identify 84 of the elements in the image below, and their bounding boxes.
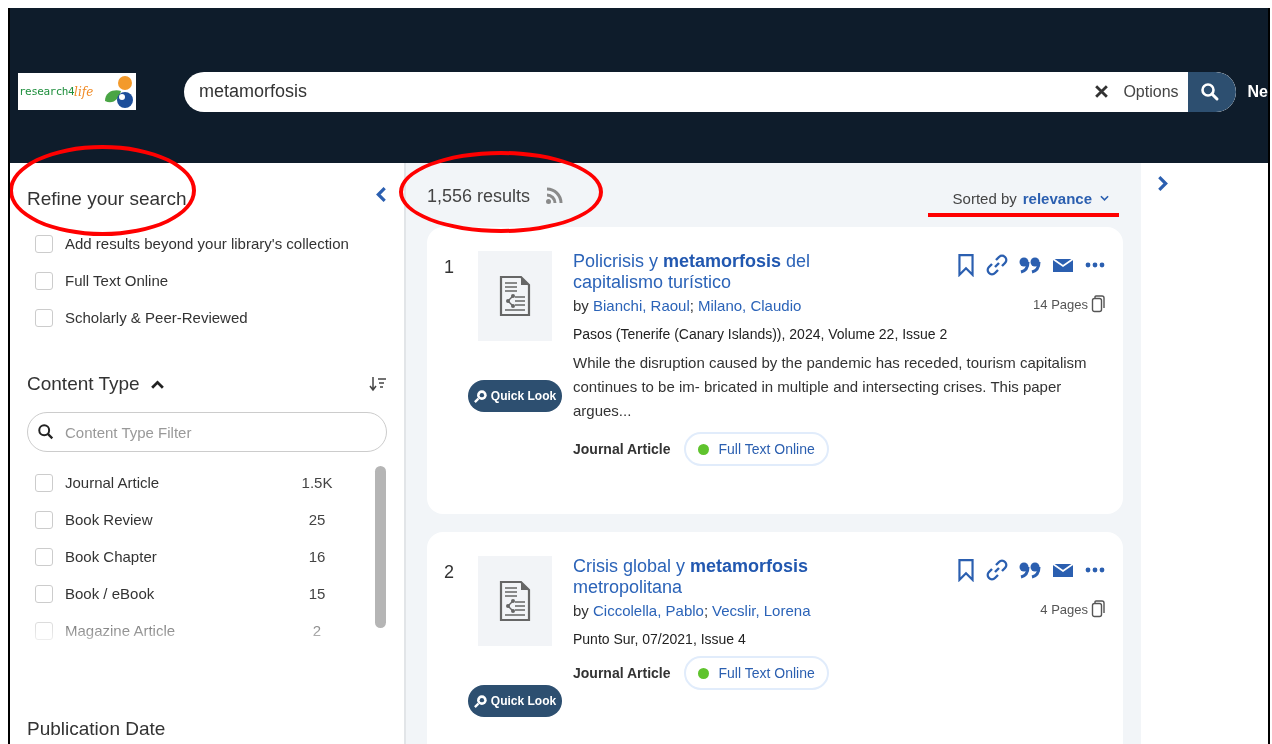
availability-badge[interactable]: Full Text Online	[683, 656, 829, 690]
status-dot	[697, 443, 709, 455]
copy-icon	[1091, 600, 1105, 618]
collapse-icon[interactable]	[376, 185, 387, 203]
checkbox[interactable]	[35, 621, 53, 640]
facet-count: 1.5K	[300, 474, 334, 491]
options-link[interactable]: Options	[1123, 82, 1179, 101]
author-link[interactable]: Ciccolella, Pablo	[593, 602, 704, 619]
bookmark-icon[interactable]	[957, 558, 975, 582]
search-icon	[37, 423, 55, 441]
filter-label[interactable]: Full Text Online	[65, 272, 169, 289]
magnifier-icon	[473, 389, 488, 403]
author-separator: ;	[703, 602, 709, 619]
facet-option-label[interactable]: Book / eBook	[65, 585, 297, 602]
document-thumbnail[interactable]	[478, 251, 552, 341]
content-type-label: Journal Article	[573, 441, 671, 457]
facet-count: 2	[311, 622, 323, 639]
sort-icon[interactable]	[369, 376, 387, 392]
content-type-label: Journal Article	[573, 665, 671, 681]
facet-heading[interactable]: Content Type	[27, 373, 140, 395]
checkbox[interactable]	[35, 547, 53, 566]
filter-label[interactable]: Scholarly & Peer-Reviewed	[65, 309, 248, 326]
magnifier-icon	[473, 694, 488, 708]
author-link[interactable]: Bianchi, Raoul	[593, 297, 690, 314]
by-label: by	[573, 602, 590, 619]
page-count: 14 Pages	[1033, 296, 1088, 312]
facet-option-label[interactable]: Book Chapter	[65, 548, 297, 565]
results-count: 1,556 results	[427, 185, 531, 207]
checkbox[interactable]	[35, 584, 53, 603]
result-title-link[interactable]: Crisis global y metamorfosis metropolitana	[573, 556, 848, 598]
search-button[interactable]	[1187, 71, 1236, 112]
abstract-text: While the disruption caused by the pandemic has receded, tourism capitalism continues to be im- bricated in multiple and intersecting crises. This paper argues...	[573, 353, 1088, 421]
link-icon[interactable]	[986, 559, 1008, 581]
copy-icon	[1091, 295, 1105, 313]
facet-count: 15	[307, 585, 327, 602]
clear-icon[interactable]	[1094, 84, 1110, 99]
facet-option-label[interactable]: Book Review	[65, 511, 297, 528]
checkbox[interactable]	[35, 234, 53, 253]
expand-icon[interactable]	[1157, 175, 1168, 192]
facet-option-label[interactable]: Journal Article	[65, 474, 297, 491]
availability-badge[interactable]: Full Text Online	[683, 432, 829, 466]
search-field[interactable]: metamorfosis Options	[183, 71, 1236, 112]
checkbox[interactable]	[35, 308, 53, 327]
quick-look-button[interactable]: Quick Look	[468, 380, 562, 412]
document-thumbnail[interactable]	[478, 556, 552, 646]
logo[interactable]: research4life	[18, 73, 136, 110]
author-link[interactable]: Milano, Claudio	[697, 297, 802, 314]
mail-icon[interactable]	[1052, 257, 1074, 273]
facet-count: 16	[307, 548, 327, 565]
result-number: 2	[444, 561, 455, 584]
checkbox[interactable]	[35, 473, 53, 492]
result-number: 1	[444, 256, 455, 279]
quick-look-button[interactable]: Quick Look	[468, 685, 562, 717]
rss-icon[interactable]	[545, 187, 564, 205]
facet-heading[interactable]: Publication Date	[27, 718, 387, 740]
sort-label: Sorted by	[952, 189, 1017, 207]
author-link[interactable]: Vecslir, Lorena	[712, 602, 811, 619]
document-icon	[499, 580, 531, 622]
nav-link[interactable]: Ne	[1247, 82, 1268, 101]
bookmark-icon[interactable]	[957, 253, 975, 277]
checkbox[interactable]	[35, 271, 53, 290]
author-separator: ;	[689, 297, 694, 314]
page-count: 4 Pages	[1040, 601, 1088, 617]
more-icon[interactable]	[1085, 262, 1105, 268]
link-icon[interactable]	[986, 254, 1008, 276]
by-label: by	[573, 297, 590, 314]
document-icon	[499, 275, 531, 317]
scrollbar-thumb[interactable]	[375, 466, 386, 628]
status-dot	[697, 667, 709, 679]
facet-count: 25	[307, 511, 327, 528]
checkbox[interactable]	[35, 510, 53, 529]
mail-icon[interactable]	[1052, 562, 1074, 578]
sort-dropdown[interactable]: relevance	[1016, 189, 1109, 207]
refine-heading: Refine your search	[27, 188, 187, 210]
facet-filter-input[interactable]: Content Type Filter	[63, 422, 386, 442]
filter-label[interactable]: Add results beyond your library's collection	[65, 235, 349, 252]
quote-icon[interactable]	[1019, 256, 1041, 274]
search-icon	[1199, 81, 1220, 102]
source-text: Punto Sur, 07/2021, Issue 4	[573, 631, 747, 647]
result-title-link[interactable]: Policrisis y metamorfosis del capitalismo turístico	[573, 251, 848, 293]
source-text: Pasos (Tenerife (Canary Islands)), 2024, Volume 22, Issue 2	[573, 326, 949, 342]
more-icon[interactable]	[1085, 567, 1105, 573]
quote-icon[interactable]	[1019, 561, 1041, 579]
caret-icon[interactable]	[149, 378, 165, 390]
